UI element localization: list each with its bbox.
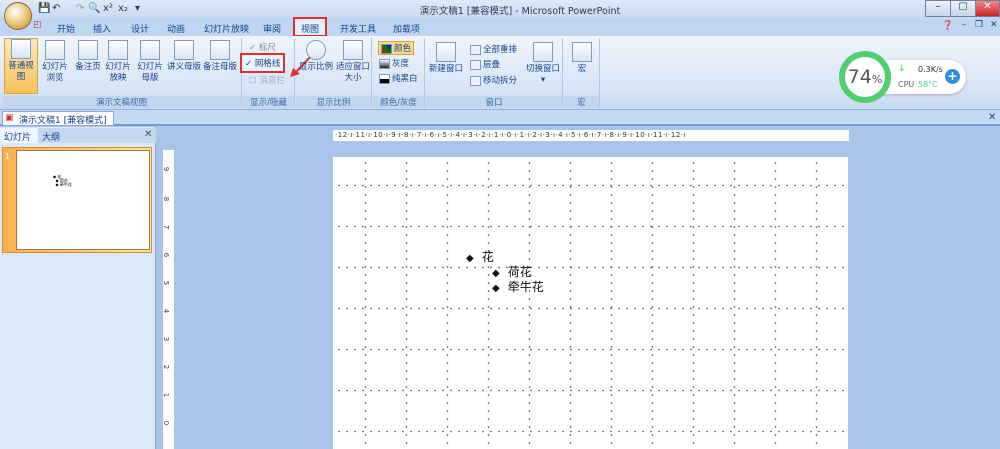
ppt-file-icon: ▣ <box>5 113 14 123</box>
memory-usage-gauge[interactable]: 74% <box>839 51 891 103</box>
group-label: 宏 <box>564 96 599 108</box>
notes-page-button[interactable]: 备注页 <box>74 40 102 73</box>
group-label: 演示文稿视图 <box>2 96 241 108</box>
ruler-tick: 7 <box>162 224 171 230</box>
bullet-level-2[interactable]: ◆ 牵牛花 <box>492 278 544 295</box>
normal-view-button[interactable]: 普通视图 <box>4 38 38 94</box>
color-button[interactable]: 颜色 <box>378 41 415 55</box>
close-button[interactable]: ✕ <box>975 0 1000 17</box>
move-split-button[interactable]: 移动拆分 <box>470 74 517 86</box>
network-speed: 0.3K/s <box>918 65 943 74</box>
ruler-tick: 9 <box>162 166 171 172</box>
redo-icon[interactable]: ↷ <box>76 3 84 14</box>
macros-button[interactable]: 宏 <box>568 42 596 75</box>
ruler-tick: 8 <box>162 196 171 202</box>
ruler-tick: 6 <box>162 252 171 258</box>
slide-number: 1 <box>5 152 11 161</box>
cpu-label: CPU <box>898 80 915 89</box>
group-window: 窗口 新建窗口 全部重排 层叠 移动拆分 切换窗口 ▾ <box>426 38 563 108</box>
thumbnail-content: ◆ 花 ◆ 荷花 ◆ 牵牛花 <box>53 174 72 187</box>
horizontal-ruler[interactable]: ·12·ı·11·ı·10·ı·9·ı·8·ı·7·ı·6·ı·5·ı·4·ı·… <box>333 130 849 141</box>
slide-canvas[interactable]: ◆ 花 ◆ 荷花 ◆ 牵牛花 <box>333 157 848 449</box>
ruler-tick: 5 <box>162 280 171 286</box>
tab-insert[interactable]: 插入 <box>93 22 111 35</box>
superscript-icon[interactable]: x² <box>103 3 113 14</box>
save-icon[interactable]: 💾 <box>38 3 50 14</box>
notes-master-button[interactable]: 备注母版 <box>202 40 238 73</box>
slide-sorter-button[interactable]: 幻灯片浏览 <box>42 40 68 84</box>
fit-to-window-button[interactable]: 适应窗口大小 <box>336 40 370 84</box>
customize-qat-icon[interactable]: ▾ <box>135 3 140 14</box>
window-title: 演示文稿1 [兼容模式] - Microsoft PowerPoint <box>419 6 621 17</box>
ribbon-tabs <box>0 18 1000 36</box>
document-tab-bar <box>0 110 1000 126</box>
handout-master-button[interactable]: 讲义母版 <box>166 40 202 73</box>
black-white-button[interactable]: 纯黑白 <box>379 72 418 84</box>
cpu-temperature: 58°C <box>918 80 938 89</box>
subscript-icon[interactable]: x₂ <box>118 3 128 14</box>
group-zoom: 显示比例 显示比例 适应窗口大小 <box>296 38 372 108</box>
slideshow-button[interactable]: 幻灯片放映 <box>105 40 131 84</box>
bullet-level-1[interactable]: ◆ 花 <box>466 248 494 265</box>
vertical-ruler[interactable]: 9 8 7 6 5 4 3 2 1 0 <box>162 150 174 449</box>
pane-tabs: 幻灯片 大纲 ✕ <box>0 128 156 143</box>
close-document-icon[interactable]: ✕ <box>988 112 996 123</box>
group-color-grayscale: 颜色/灰度 颜色 灰度 纯黑白 <box>373 38 425 108</box>
new-window-button[interactable]: 新建窗口 <box>428 42 464 75</box>
arrange-all-button[interactable]: 全部重排 <box>470 43 517 55</box>
tab-slides[interactable]: 幻灯片 <box>0 128 38 143</box>
ruler-tick: 2 <box>162 364 171 370</box>
group-presentation-views: 演示文稿视图 普通视图 幻灯片浏览 备注页 幻灯片放映 幻灯片母版 讲义母版 备… <box>2 38 242 108</box>
tab-review[interactable]: 审阅 <box>263 22 281 35</box>
group-label: 显示比例 <box>296 96 371 108</box>
slide-thumbnail[interactable]: ◆ 花 ◆ 荷花 ◆ 牵牛花 <box>16 150 150 250</box>
ruler-tick: 1 <box>162 392 171 398</box>
ruler-tick: 3 <box>162 336 171 342</box>
gridlines-checkbox[interactable]: ✓ 网格线 <box>240 53 286 73</box>
tab-design[interactable]: 设计 <box>131 22 149 35</box>
message-bar-checkbox[interactable]: ☐ 消息栏 <box>249 74 285 86</box>
doc-close-icon[interactable]: ✕ <box>990 20 998 30</box>
expand-plus-icon[interactable]: + <box>945 69 960 84</box>
close-pane-icon[interactable]: ✕ <box>144 129 152 140</box>
ruler-tick: 4 <box>162 308 171 314</box>
tab-developer[interactable]: 开发工具 <box>340 22 376 35</box>
download-arrow-icon: ↓ <box>898 64 906 74</box>
group-show-hide: 显示/隐藏 ✓ 标尺 ✓ 网格线 ☐ 消息栏 <box>240 38 295 108</box>
group-label: 显示/隐藏 <box>243 96 294 108</box>
print-preview-icon[interactable]: 🔍 <box>88 3 100 14</box>
doc-restore-icon[interactable]: ❐ <box>975 20 983 30</box>
app-icon: ◰ <box>33 20 42 30</box>
tab-home[interactable]: 开始 <box>57 22 75 35</box>
help-icon[interactable]: ❓ <box>942 21 953 31</box>
ribbon-minimize-icon[interactable]: – <box>962 20 967 30</box>
tab-addins[interactable]: 加载项 <box>393 22 420 35</box>
ruler-tick: 0 <box>162 420 171 426</box>
grayscale-button[interactable]: 灰度 <box>379 57 409 69</box>
document-tab[interactable]: ▣ 演示文稿1 [兼容模式] <box>2 111 114 126</box>
undo-icon[interactable]: ↶ <box>52 3 60 14</box>
tab-animation[interactable]: 动画 <box>167 22 185 35</box>
tab-slideshow[interactable]: 幻灯片放映 <box>204 22 249 35</box>
maximize-button[interactable]: ▢ <box>950 0 976 17</box>
group-macros: 宏 宏 <box>564 38 600 108</box>
cascade-button[interactable]: 层叠 <box>470 58 500 70</box>
zoom-button[interactable]: 显示比例 <box>298 40 334 73</box>
tab-outline[interactable]: 大纲 <box>42 130 60 143</box>
group-label: 颜色/灰度 <box>373 96 424 108</box>
office-button[interactable] <box>4 2 32 30</box>
minimize-button[interactable]: – <box>925 0 951 17</box>
group-label: 窗口 <box>426 96 562 108</box>
switch-window-button[interactable]: 切换窗口 ▾ <box>524 42 562 86</box>
slide-master-button[interactable]: 幻灯片母版 <box>137 40 163 84</box>
tab-view[interactable]: 视图 <box>293 17 327 37</box>
ruler-checkbox[interactable]: ✓ 标尺 <box>249 41 276 53</box>
